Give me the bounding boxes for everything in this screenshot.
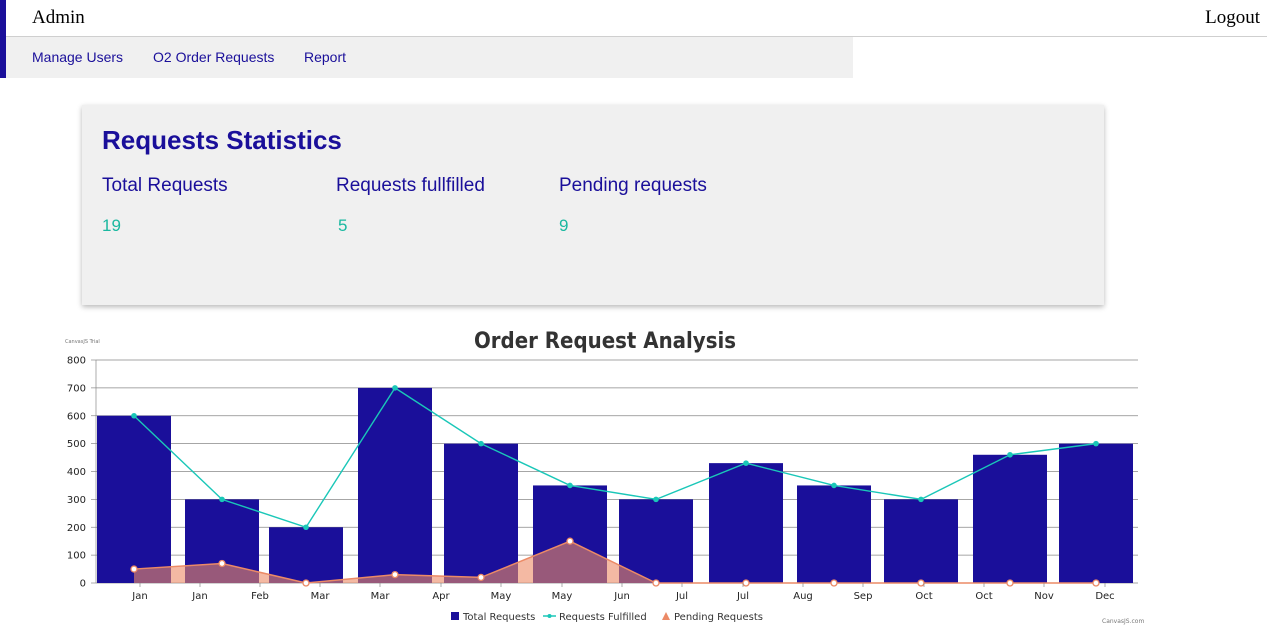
legend-pending-requests-label: Pending Requests [674, 612, 763, 623]
y-tick-label: 700 [67, 383, 86, 394]
x-tick-label: Jun [613, 591, 630, 602]
point-requests-fulfilled [1007, 451, 1013, 458]
chart-svg: CanvasJS Trial Order Request Analysis 0 1… [65, 329, 1144, 625]
point-requests-fulfilled [478, 440, 484, 447]
y-tick-label: 100 [67, 551, 86, 562]
order-request-chart: CanvasJS Trial Order Request Analysis 0 1… [0, 318, 1267, 635]
bar-total-requests [1059, 443, 1133, 583]
x-tick-label: Mar [371, 591, 391, 602]
y-tick-label: 500 [67, 439, 86, 450]
point-pending-requests [218, 559, 226, 568]
nav-bar: Manage Users O2 Order Requests Report [6, 37, 853, 78]
x-tick-label: Mar [311, 591, 331, 602]
chart-title: Order Request Analysis [474, 329, 736, 354]
nav-report[interactable]: Report [304, 49, 346, 65]
legend-total-requests-label: Total Requests [462, 612, 535, 623]
point-requests-fulfilled [303, 524, 309, 531]
requests-fulfilled-value: 5 [338, 216, 348, 235]
point-requests-fulfilled [1093, 440, 1099, 447]
x-tick-label: May [552, 591, 573, 602]
y-tick-label: 600 [67, 411, 86, 422]
x-tick-label: Nov [1034, 591, 1054, 602]
y-tick-label: 0 [80, 579, 86, 590]
bar-total-requests [709, 463, 783, 583]
pending-requests-value: 9 [559, 216, 569, 235]
top-bar: Admin Logout [0, 0, 1267, 78]
legend-total-requests-swatch [451, 612, 459, 620]
bar-total-requests [269, 527, 343, 583]
stats-heading: Requests Statistics [102, 125, 342, 155]
bar-total-requests [358, 387, 432, 583]
point-requests-fulfilled [743, 460, 749, 466]
point-pending-requests [742, 579, 750, 587]
y-tick-label: 200 [67, 523, 86, 534]
pending-requests-label: Pending requests [559, 175, 707, 196]
requests-statistics-panel: Requests Statistics Total Requests Reque… [82, 105, 1104, 305]
point-pending-requests [477, 573, 485, 582]
nav-o2-order-requests[interactable]: O2 Order Requests [153, 49, 274, 65]
x-tick-label: Sep [854, 591, 873, 602]
point-requests-fulfilled [392, 385, 398, 391]
point-pending-requests [652, 579, 660, 587]
point-pending-requests [302, 579, 310, 587]
point-pending-requests [566, 537, 574, 545]
x-tick-label: Feb [251, 591, 269, 602]
point-pending-requests [1006, 579, 1014, 587]
x-tick-label: Aug [793, 591, 813, 602]
point-pending-requests [1092, 579, 1100, 587]
logout-link[interactable]: Logout [1205, 7, 1260, 29]
requests-fulfilled-label: Requests fullfilled [336, 175, 485, 196]
y-tick-label: 300 [67, 495, 86, 506]
point-requests-fulfilled [131, 412, 137, 419]
point-pending-requests [917, 579, 925, 587]
bar-total-requests [973, 454, 1047, 583]
x-tick-label: Dec [1095, 591, 1114, 602]
x-tick-label: Jul [675, 591, 688, 602]
legend-pending-requests-marker [662, 612, 670, 620]
bar-total-requests [444, 443, 518, 583]
x-tick-label: Jul [736, 591, 749, 602]
total-requests-label: Total Requests [102, 175, 228, 196]
y-tick-label: 800 [67, 356, 86, 367]
x-tick-label: Oct [915, 591, 932, 602]
x-tick-label: Oct [975, 591, 992, 602]
point-requests-fulfilled [653, 496, 659, 503]
bar-total-requests [797, 485, 871, 583]
x-tick-label: Jan [191, 591, 207, 602]
point-pending-requests [830, 579, 838, 587]
point-requests-fulfilled [567, 482, 573, 489]
point-requests-fulfilled [219, 496, 225, 503]
point-pending-requests [130, 565, 138, 573]
nav-manage-users[interactable]: Manage Users [32, 49, 123, 65]
x-tick-label: Apr [432, 591, 450, 602]
x-tick-label: May [491, 591, 512, 602]
x-tick-label: Jan [131, 591, 147, 602]
app-title: Admin [32, 7, 85, 28]
chart-watermark-top: CanvasJS Trial [65, 339, 100, 345]
legend-requests-fulfilled-marker [547, 614, 552, 618]
legend-requests-fulfilled-label: Requests Fulfilled [559, 612, 647, 623]
y-tick-label: 400 [67, 467, 86, 478]
point-pending-requests [391, 570, 399, 579]
total-requests-value: 19 [102, 216, 121, 235]
point-requests-fulfilled [831, 482, 837, 489]
point-requests-fulfilled [918, 496, 924, 503]
chart-watermark-bottom: CanvasJS.com [1102, 618, 1144, 625]
bar-total-requests [884, 499, 958, 583]
